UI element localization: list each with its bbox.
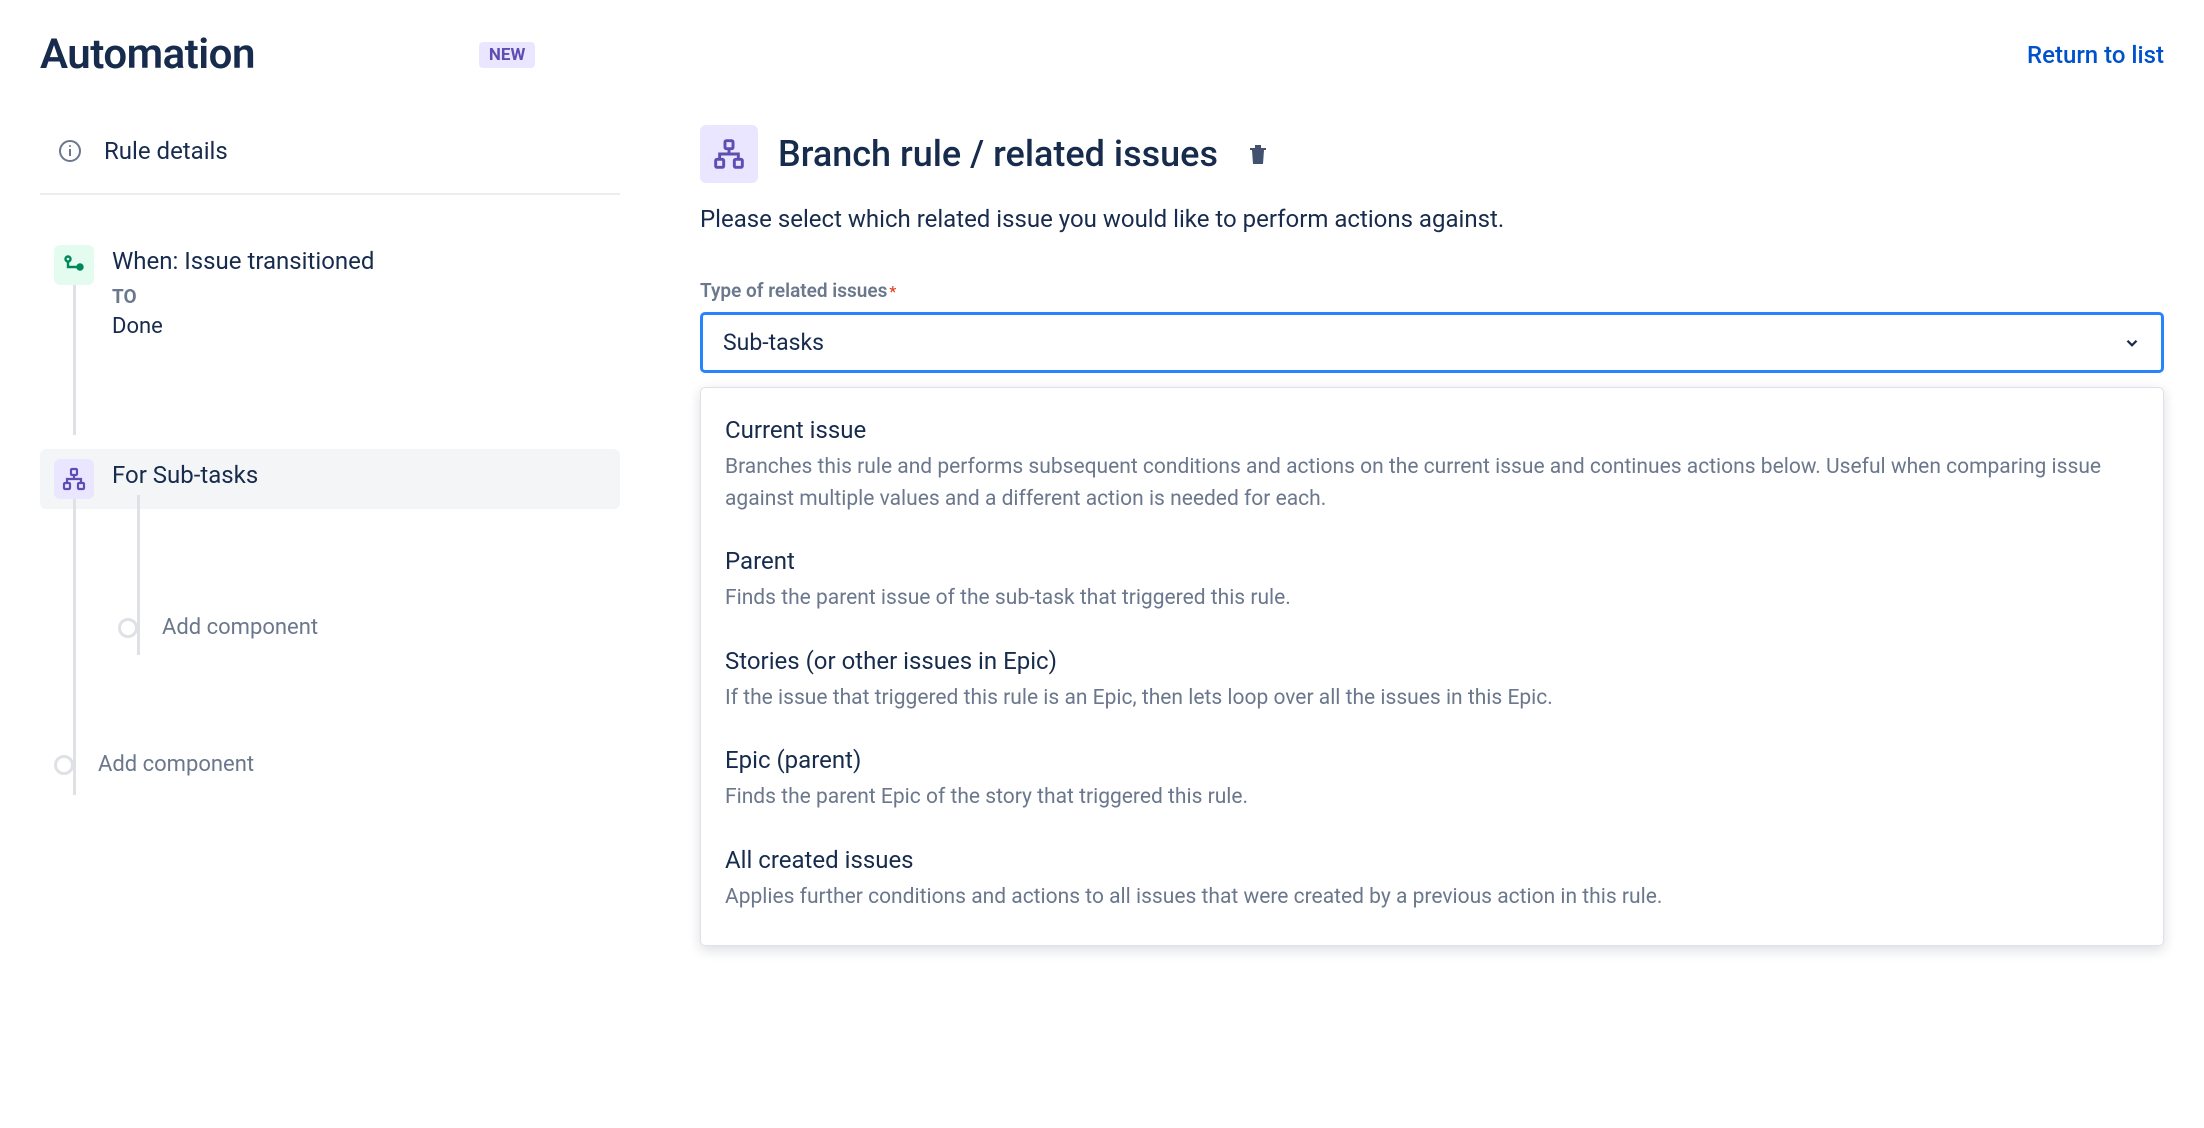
branch-title: For Sub-tasks [112,461,258,489]
page-header: Automation NEW Return to list [40,30,2164,79]
trigger-step[interactable]: When: Issue transitioned TO Done [40,235,620,349]
trigger-value: Done [112,314,374,339]
page-title: Automation [40,30,255,79]
option-desc: Applies further conditions and actions t… [725,882,2139,914]
main-panel: Branch rule / related issues Please sele… [700,119,2164,946]
select-value: Sub-tasks [723,329,824,356]
option-title: Current issue [725,416,2139,444]
field-label: Type of related issues [700,279,887,302]
delete-button[interactable] [1246,141,1270,167]
option-desc: Branches this rule and performs subseque… [725,452,2139,515]
chevron-down-icon [2123,334,2141,352]
dropdown-option-stories[interactable]: Stories (or other issues in Epic) If the… [701,633,2163,733]
rule-details-item[interactable]: Rule details [40,119,620,195]
add-component-label: Add component [162,615,318,640]
related-issues-dropdown: Current issue Branches this rule and per… [700,387,2164,946]
option-title: Stories (or other issues in Epic) [725,647,2139,675]
option-desc: Finds the parent Epic of the story that … [725,782,2139,814]
main-description: Please select which related issue you wo… [700,205,2164,233]
dropdown-option-parent[interactable]: Parent Finds the parent issue of the sub… [701,533,2163,633]
option-title: All created issues [725,846,2139,874]
add-component-outer[interactable]: Add component [40,746,620,783]
option-desc: If the issue that triggered this rule is… [725,683,2139,715]
dropdown-option-all-created[interactable]: All created issues Applies further condi… [701,832,2163,932]
add-component-inner[interactable]: Add component [104,609,620,646]
dropdown-option-current-issue[interactable]: Current issue Branches this rule and per… [701,402,2163,533]
trigger-sub-label: TO [112,285,374,308]
info-icon [58,139,82,163]
option-title: Epic (parent) [725,746,2139,774]
branch-step[interactable]: For Sub-tasks [40,449,620,509]
branch-icon [700,125,758,183]
trigger-title: When: Issue transitioned [112,247,374,275]
add-component-label: Add component [98,752,254,777]
rule-details-label: Rule details [104,137,228,165]
trash-icon [1246,141,1270,167]
required-indicator: * [889,282,896,301]
dropdown-option-epic-parent[interactable]: Epic (parent) Finds the parent Epic of t… [701,732,2163,832]
related-issues-select[interactable]: Sub-tasks [700,312,2164,373]
option-title: Parent [725,547,2139,575]
new-badge: NEW [479,42,535,68]
return-to-list-link[interactable]: Return to list [2027,41,2164,69]
sidebar: Rule details When: Issue transit [40,119,620,946]
main-title: Branch rule / related issues [778,133,1218,175]
branch-icon [54,459,94,499]
add-dot-icon [118,618,138,638]
add-dot-icon [54,755,74,775]
transition-icon [54,245,94,285]
option-desc: Finds the parent issue of the sub-task t… [725,583,2139,615]
